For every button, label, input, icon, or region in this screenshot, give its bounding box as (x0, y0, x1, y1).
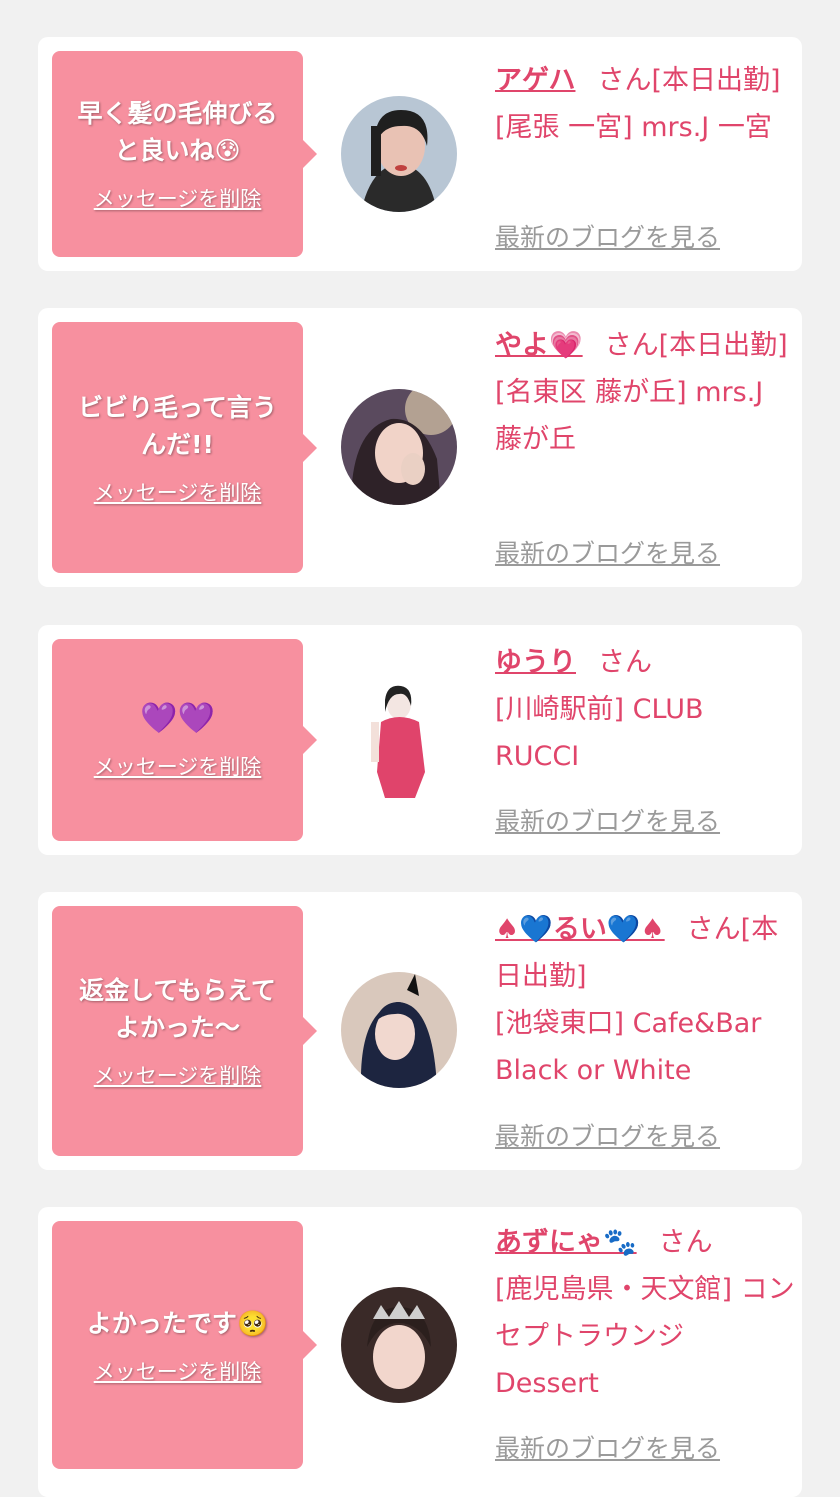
paw-icon: 🐾 (603, 1227, 637, 1258)
message-text: よかったです🥺 (86, 1308, 269, 1338)
shop-text: [尾張 一宮] mrs.J 一宮 (495, 112, 772, 143)
honorific-text: さん (658, 1227, 713, 1258)
message-bubble: 早く髪の毛伸びる と良いね😰 メッセージを削除 (52, 51, 317, 257)
heart-icon: 💗 (549, 330, 583, 361)
honorific-text: さん[本日出勤] (604, 330, 788, 361)
avatar[interactable] (341, 1287, 457, 1403)
girl-info: ♠💙るい💙♠ さん[本日出勤] [池袋東口] Cafe&Bar Black or … (495, 906, 795, 1094)
delete-message-button[interactable]: メッセージを削除 (94, 183, 262, 213)
delete-message-button[interactable]: メッセージを削除 (94, 1356, 262, 1386)
delete-message-button[interactable]: メッセージを削除 (94, 477, 262, 507)
message-text: ビビり毛って言う んだ!! (78, 392, 277, 459)
message-card: 返金してもらえて よかった〜 メッセージを削除 ♠💙るい💙♠ さん[本日出勤] [… (38, 892, 802, 1170)
girl-info: やよ💗 さん[本日出勤] [名東区 藤が丘] mrs.J 藤が丘 (495, 322, 795, 463)
latest-blog-link[interactable]: 最新のブログを見る (495, 1117, 720, 1153)
shop-text: [池袋東口] Cafe&Bar Black or White (495, 1008, 762, 1086)
message-bubble: 💜💜 メッセージを削除 (52, 639, 317, 841)
message-bubble: よかったです🥺 メッセージを削除 (52, 1221, 317, 1469)
pleading-face-icon: 🥺 (236, 1308, 269, 1338)
avatar[interactable] (341, 682, 457, 798)
message-card: 💜💜 メッセージを削除 ゆうり さん [川崎駅前] CLUB RUCCI 最新のブ… (38, 625, 802, 855)
girl-name-link[interactable]: あずにゃ🐾 (495, 1227, 637, 1258)
purple-heart-icon: 💜💜 (140, 700, 215, 736)
message-text: 早く髪の毛伸びる と良いね😰 (77, 99, 278, 165)
message-card: よかったです🥺 メッセージを削除 あずにゃ🐾 さん [鹿児島県・天文館] コンセプ… (38, 1207, 802, 1497)
avatar[interactable] (341, 389, 457, 505)
delete-message-button[interactable]: メッセージを削除 (94, 1060, 262, 1090)
girl-info: アゲハ さん[本日出勤] [尾張 一宮] mrs.J 一宮 (495, 57, 795, 151)
latest-blog-link[interactable]: 最新のブログを見る (495, 802, 720, 838)
girl-name-link[interactable]: ♠💙るい💙♠ (495, 914, 665, 945)
shop-text: [鹿児島県・天文館] コンセプトラウンジ Dessert (495, 1274, 795, 1399)
girl-name-link[interactable]: アゲハ (495, 65, 575, 96)
message-card: ビビり毛って言う んだ!! メッセージを削除 やよ💗 さん[本日出勤] [名東区 … (38, 308, 802, 587)
latest-blog-link[interactable]: 最新のブログを見る (495, 1429, 720, 1465)
girl-name-link[interactable]: ゆうり (495, 647, 576, 678)
message-bubble: 返金してもらえて よかった〜 メッセージを削除 (52, 906, 317, 1156)
message-text: 💜💜 (140, 700, 215, 737)
delete-message-button[interactable]: メッセージを削除 (94, 751, 262, 781)
shop-text: [名東区 藤が丘] mrs.J 藤が丘 (495, 377, 764, 455)
latest-blog-link[interactable]: 最新のブログを見る (495, 534, 720, 570)
girl-name-link[interactable]: やよ💗 (495, 330, 583, 361)
message-card: 早く髪の毛伸びる と良いね😰 メッセージを削除 アゲハ さん[本日出勤] [尾張 … (38, 37, 802, 271)
girl-info: ゆうり さん [川崎駅前] CLUB RUCCI (495, 639, 795, 780)
sweat-emoji-icon: 😰 (214, 136, 241, 165)
message-text: 返金してもらえて よかった〜 (79, 976, 276, 1042)
girl-info: あずにゃ🐾 さん [鹿児島県・天文館] コンセプトラウンジ Dessert (495, 1219, 795, 1407)
latest-blog-link[interactable]: 最新のブログを見る (495, 218, 720, 254)
honorific-text: さん (598, 647, 652, 678)
avatar[interactable] (341, 972, 457, 1088)
shop-text: [川崎駅前] CLUB RUCCI (495, 694, 704, 772)
message-bubble: ビビり毛って言う んだ!! メッセージを削除 (52, 322, 317, 573)
honorific-text: さん[本日出勤] (597, 65, 781, 96)
avatar[interactable] (341, 96, 457, 212)
